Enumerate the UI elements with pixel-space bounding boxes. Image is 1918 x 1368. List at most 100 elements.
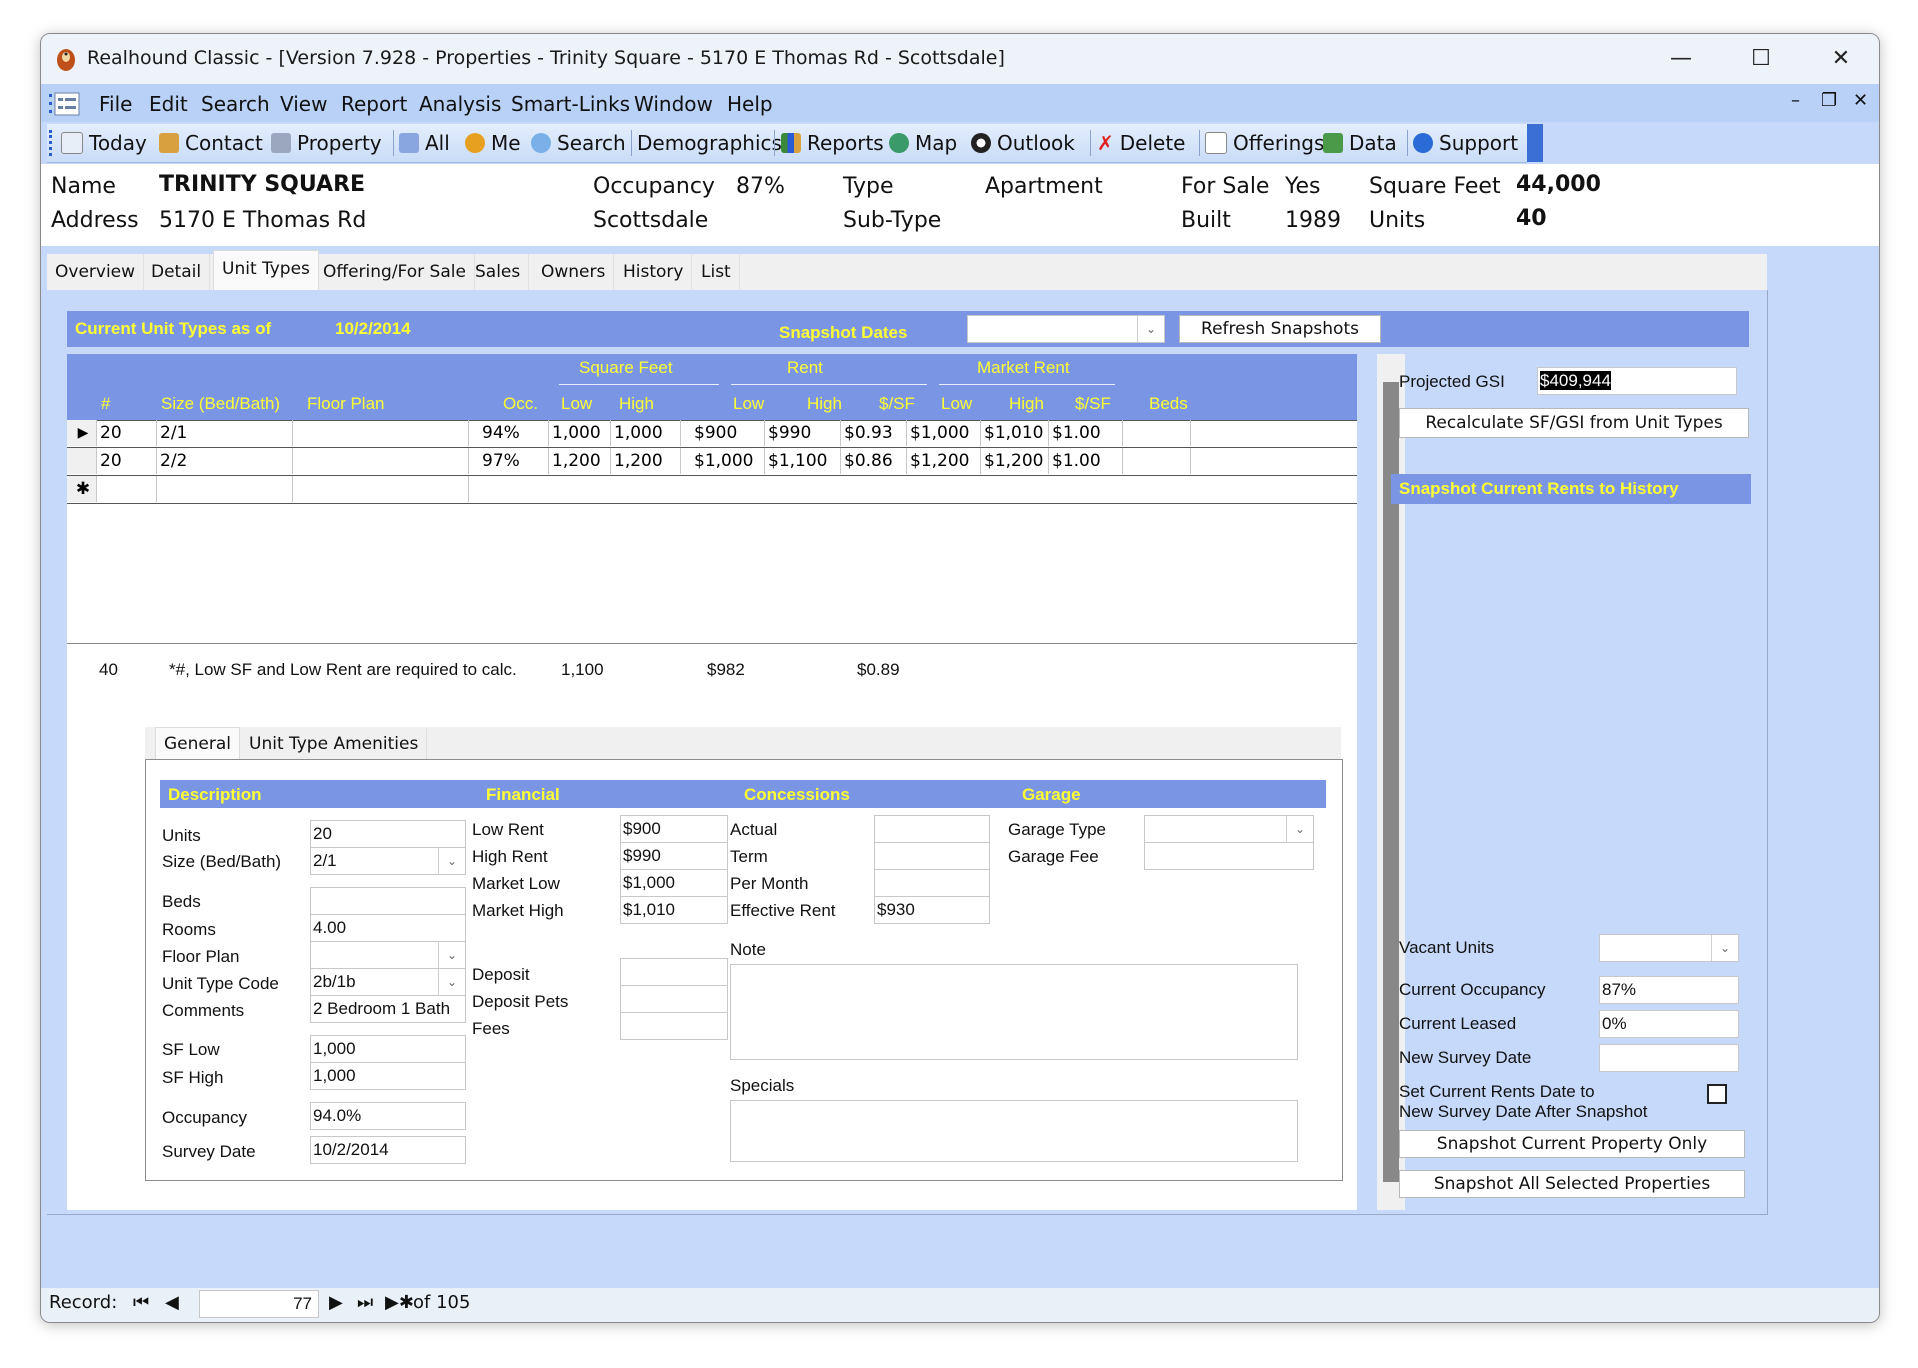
totals-note: *#, Low SF and Low Rent are required to … [169, 660, 517, 679]
new-row[interactable]: ✱ [67, 476, 1357, 503]
snapshot-current-button[interactable]: Snapshot Current Property Only [1399, 1130, 1745, 1158]
garage-type-select[interactable]: ⌄ [1144, 815, 1314, 843]
menu-search[interactable]: Search [201, 92, 270, 116]
recalculate-button[interactable]: Recalculate SF/GSI from Unit Types [1399, 408, 1749, 438]
toolbar-contact[interactable]: Contact [159, 131, 263, 155]
menu-help[interactable]: Help [727, 92, 773, 116]
refresh-snapshots-button[interactable]: Refresh Snapshots [1179, 315, 1381, 343]
per-month-field[interactable] [874, 869, 990, 897]
tab-sales[interactable]: Sales [467, 254, 530, 290]
menu-view[interactable]: View [280, 92, 327, 116]
deposit-field[interactable] [620, 958, 728, 986]
menu-analysis[interactable]: Analysis [419, 92, 501, 116]
snapshot-dates-select[interactable]: ⌄ [967, 315, 1165, 343]
tab-owners[interactable]: Owners [533, 254, 615, 290]
toolbar-offerings[interactable]: Offerings [1205, 131, 1324, 155]
tab-unit-type-amenities[interactable]: Unit Type Amenities [241, 729, 428, 759]
last-record-button[interactable]: ⏭ [357, 1292, 373, 1313]
maximize-button[interactable]: ☐ [1741, 44, 1781, 74]
tab-overview[interactable]: Overview [47, 254, 145, 290]
projected-gsi-field[interactable]: $409,944 [1537, 367, 1737, 395]
menu-smart-links[interactable]: Smart-Links [511, 92, 630, 116]
toolbar-support[interactable]: Support [1413, 131, 1518, 155]
tab-detail[interactable]: Detail [143, 254, 211, 290]
tab-history[interactable]: History [615, 254, 693, 290]
units-field[interactable]: 20 [310, 820, 466, 848]
toolbar-today[interactable]: Today [61, 131, 147, 155]
totals-row: 40 *#, Low SF and Low Rent are required … [67, 644, 1357, 700]
effective-rent-field[interactable]: $930 [874, 896, 990, 924]
survey-date-field[interactable]: 10/2/2014 [310, 1136, 466, 1164]
low-rent-field[interactable]: $900 [620, 815, 728, 843]
property-built: 1989 [1285, 208, 1341, 233]
record-number-field[interactable]: 77 [199, 1290, 319, 1318]
mdi-close-button[interactable]: ✕ [1853, 90, 1868, 111]
prev-record-button[interactable]: ◀ [165, 1292, 179, 1313]
snapshot-all-button[interactable]: Snapshot All Selected Properties [1399, 1170, 1745, 1198]
section-garage: Garage [1022, 785, 1081, 804]
toolbar-grip[interactable] [49, 130, 55, 156]
row-selector[interactable] [67, 448, 97, 474]
yin-yang-icon [971, 133, 991, 153]
beds-field[interactable] [310, 887, 466, 915]
minimize-button[interactable]: — [1661, 44, 1701, 74]
new-survey-date-label: New Survey Date [1399, 1048, 1532, 1067]
row-selector-icon[interactable]: ▶ [67, 420, 97, 446]
toolbar-property[interactable]: Property [271, 131, 382, 155]
tab-unit-types[interactable]: Unit Types [213, 250, 319, 291]
market-high-field[interactable]: $1,010 [620, 896, 728, 924]
deposit-pets-field[interactable] [620, 985, 728, 1013]
floor-plan-select[interactable]: ⌄ [310, 941, 466, 969]
market-high-label: Market High [472, 901, 564, 920]
new-record-button[interactable]: ▶✱ [385, 1292, 414, 1313]
high-rent-field[interactable]: $990 [620, 842, 728, 870]
market-low-field[interactable]: $1,000 [620, 869, 728, 897]
comments-field[interactable]: 2 Bedroom 1 Bath [310, 995, 466, 1023]
tab-general[interactable]: General [155, 727, 240, 760]
first-record-button[interactable]: ⏮ [133, 1292, 149, 1313]
actual-field[interactable] [874, 815, 990, 843]
note-field[interactable] [730, 964, 1298, 1060]
toolbar-demographics[interactable]: Demographics [637, 131, 782, 155]
sf-low-field[interactable]: 1,000 [310, 1035, 466, 1063]
col-beds: Beds [1149, 394, 1188, 413]
menu-window[interactable]: Window [634, 92, 713, 116]
built-label: Built [1181, 208, 1231, 233]
sf-high-field[interactable]: 1,000 [310, 1062, 466, 1090]
size-select[interactable]: 2/1 ⌄ [310, 847, 466, 875]
current-leased-field[interactable]: 0% [1599, 1010, 1739, 1038]
toolbar-me[interactable]: Me [465, 131, 521, 155]
chevron-down-icon: ⌄ [1711, 935, 1738, 961]
occupancy-field[interactable]: 94.0% [310, 1102, 466, 1130]
toolbar-reports[interactable]: Reports [781, 131, 884, 155]
set-rents-checkbox[interactable] [1707, 1084, 1727, 1104]
toolbar-overflow-button[interactable] [1527, 124, 1543, 162]
rooms-field[interactable]: 4.00 [310, 914, 466, 942]
term-field[interactable] [874, 842, 990, 870]
tab-list[interactable]: List [693, 254, 740, 290]
table-row[interactable]: ▶ 20 2/1 94% 1,000 1,000 $900 $990 $0.93… [67, 420, 1357, 447]
next-record-button[interactable]: ▶ [329, 1292, 343, 1313]
table-row[interactable]: 20 2/2 97% 1,200 1,200 $1,000 $1,100 $0.… [67, 448, 1357, 475]
toolbar-all[interactable]: All [399, 131, 450, 155]
mdi-minimize-button[interactable]: – [1791, 90, 1800, 111]
toolbar-delete[interactable]: ✗ Delete [1097, 131, 1185, 155]
vacant-units-select[interactable]: ⌄ [1599, 934, 1739, 962]
tab-offering-for-sale[interactable]: Offering/For Sale [315, 254, 475, 290]
unit-type-code-select[interactable]: 2b/1b ⌄ [310, 968, 466, 996]
toolbar-search[interactable]: Search [531, 131, 626, 155]
mdi-restore-button[interactable]: ❐ [1821, 90, 1837, 111]
toolbar-data[interactable]: Data [1323, 131, 1397, 155]
new-survey-date-field[interactable] [1599, 1044, 1739, 1072]
close-button[interactable]: ✕ [1821, 44, 1861, 74]
toolbar-outlook[interactable]: Outlook [971, 131, 1075, 155]
specials-field[interactable] [730, 1100, 1298, 1162]
garage-fee-field[interactable] [1144, 842, 1314, 870]
menu-report[interactable]: Report [341, 92, 407, 116]
menu-file[interactable]: File [99, 92, 132, 116]
menu-edit[interactable]: Edit [149, 92, 188, 116]
fees-field[interactable] [620, 1012, 728, 1040]
snapshot-header-bar: Snapshot Current Rents to History [1391, 474, 1751, 504]
current-occupancy-field[interactable]: 87% [1599, 976, 1739, 1004]
toolbar-map[interactable]: Map [889, 131, 957, 155]
